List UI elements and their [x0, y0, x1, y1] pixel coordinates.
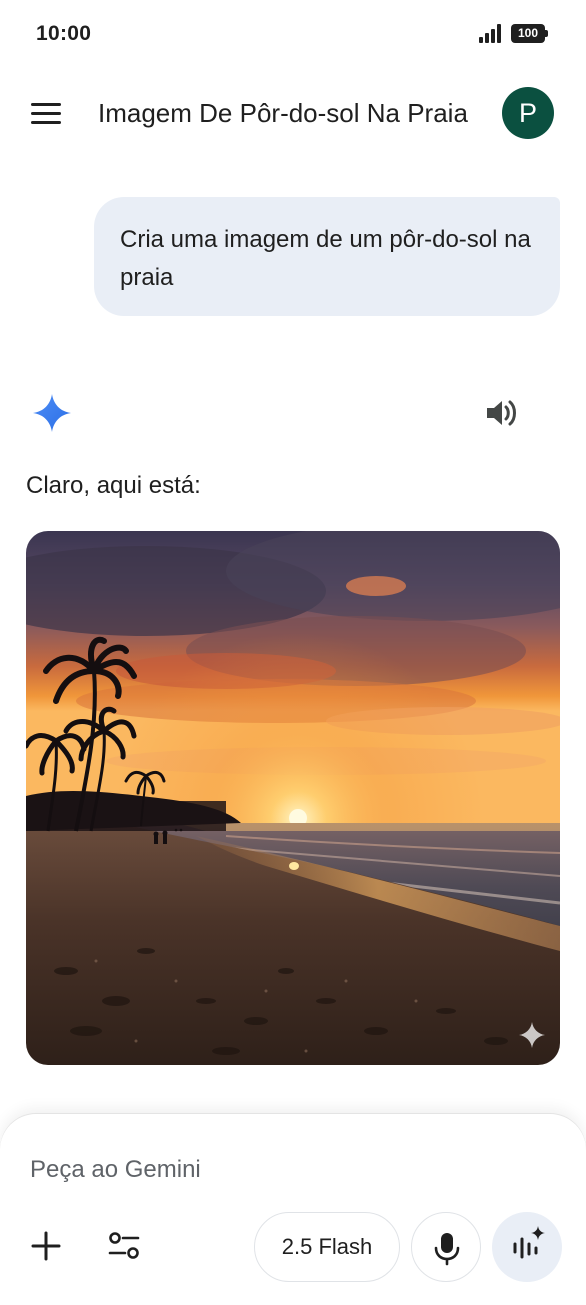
- plus-icon[interactable]: [26, 1226, 66, 1266]
- response-text: Claro, aqui está:: [26, 472, 201, 499]
- microphone-icon: [434, 1233, 460, 1266]
- signal-icon: [479, 24, 505, 43]
- avatar[interactable]: P: [502, 87, 554, 139]
- prompt-input[interactable]: [30, 1152, 550, 1188]
- top-app-bar: Imagem De Pôr-do-sol Na Praia P: [0, 80, 586, 148]
- status-time: 10:00: [36, 22, 92, 45]
- battery-level: 100: [511, 24, 545, 43]
- chat-title: Imagem De Pôr-do-sol Na Praia: [98, 98, 468, 128]
- battery-icon: 100: [511, 24, 549, 43]
- model-selector-button[interactable]: 2.5 Flash: [254, 1212, 400, 1282]
- microphone-button[interactable]: [411, 1212, 481, 1282]
- status-bar: 10:00 100: [0, 0, 586, 68]
- user-message: Cria uma imagem de um pôr-do-sol na prai…: [94, 197, 560, 316]
- tools-icon[interactable]: [104, 1226, 144, 1266]
- live-sparkle-icon: [513, 1226, 545, 1259]
- sparkle-icon: [519, 1022, 545, 1048]
- menu-icon[interactable]: [26, 98, 66, 130]
- sunset-beach-image: [26, 531, 560, 1065]
- generated-image[interactable]: [26, 531, 560, 1065]
- prompt-composer: 2.5 Flash: [0, 1114, 586, 1305]
- live-button[interactable]: [492, 1212, 562, 1282]
- speaker-icon[interactable]: [484, 396, 520, 430]
- gemini-sparkle-icon: [33, 394, 71, 432]
